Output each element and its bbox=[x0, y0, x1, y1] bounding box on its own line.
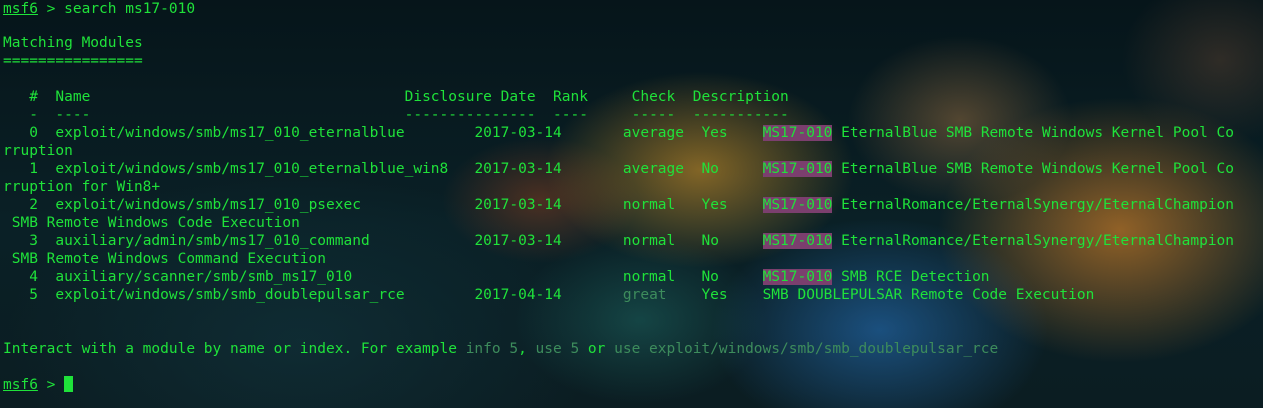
row-description: EternalBlue SMB Remote Windows Kernel Po… bbox=[832, 125, 1234, 141]
row-wrap: SMB Remote Windows Command Execution bbox=[3, 251, 327, 267]
table-row: 3 auxiliary/admin/smb/ms17_010_command 2… bbox=[3, 232, 1234, 250]
row-num: 4 bbox=[29, 269, 38, 285]
table-separator: - ---- --------------- ---- ----- ------… bbox=[3, 106, 789, 124]
row-date: 2017-03-14 bbox=[474, 233, 562, 249]
row-check: No bbox=[701, 161, 719, 177]
row-description: EternalBlue SMB Remote Windows Kernel Po… bbox=[832, 161, 1234, 177]
row-check: Yes bbox=[701, 287, 728, 303]
hint-separator: or bbox=[579, 341, 615, 357]
row-rank: normal bbox=[622, 269, 676, 285]
terminal-window[interactable]: msf6 > search ms17-010 Matching Modules … bbox=[0, 0, 1263, 408]
row-rank: normal bbox=[622, 233, 676, 249]
row-name: exploit/windows/smb/ms17_010_eternalblue… bbox=[55, 161, 449, 177]
hint-example-info: info 5 bbox=[465, 341, 519, 357]
match-highlight: MS17-010 bbox=[762, 125, 833, 141]
row-name: exploit/windows/smb/smb_doublepulsar_rce bbox=[55, 287, 405, 303]
row-date: 2017-03-14 bbox=[474, 197, 562, 213]
row-check: Yes bbox=[701, 125, 728, 141]
hint-example-use-name: use exploit/windows/smb/smb_doublepulsar… bbox=[614, 341, 999, 357]
row-date: 2017-03-14 bbox=[474, 161, 562, 177]
row-wrap: rruption bbox=[3, 143, 73, 159]
section-underline: ================ bbox=[3, 53, 143, 69]
row-wrap: SMB Remote Windows Code Execution bbox=[3, 215, 300, 231]
command-line: msf6 > search ms17-010 bbox=[3, 0, 195, 18]
command-text: search ms17-010 bbox=[64, 1, 196, 17]
row-name: auxiliary/admin/smb/ms17_010_command bbox=[55, 233, 370, 249]
table-row: 1 exploit/windows/smb/ms17_010_eternalbl… bbox=[3, 160, 1234, 178]
prompt-arrow: > bbox=[46, 1, 56, 17]
hint-prefix: Interact with a module by name or index.… bbox=[3, 341, 466, 357]
sep-description: ----------- bbox=[692, 107, 789, 123]
row-description: SMB RCE Detection bbox=[832, 269, 990, 285]
hint-separator: , bbox=[518, 341, 536, 357]
sep-date: --------------- bbox=[404, 107, 536, 123]
match-highlight: MS17-010 bbox=[762, 161, 833, 177]
table-row: 5 exploit/windows/smb/smb_doublepulsar_r… bbox=[3, 286, 1094, 304]
row-num: 1 bbox=[29, 161, 38, 177]
sep-num: - bbox=[29, 107, 38, 123]
sep-rank: ---- bbox=[553, 107, 588, 123]
row-num: 3 bbox=[29, 233, 38, 249]
table-header: # Name Disclosure Date Rank Check Descri… bbox=[3, 88, 789, 106]
table-row: 0 exploit/windows/smb/ms17_010_eternalbl… bbox=[3, 124, 1234, 142]
hint-line: Interact with a module by name or index.… bbox=[3, 340, 998, 358]
match-highlight: MS17-010 bbox=[762, 233, 833, 249]
row-date: 2017-04-14 bbox=[474, 287, 562, 303]
prompt-name: msf6 bbox=[3, 377, 38, 393]
row-description: EternalRomance/EternalSynergy/EternalCha… bbox=[832, 233, 1235, 249]
row-wrap: rruption for Win8+ bbox=[3, 179, 161, 195]
row-rank: normal bbox=[622, 197, 676, 213]
header-name: Name bbox=[55, 89, 91, 105]
row-name: exploit/windows/smb/ms17_010_psexec bbox=[55, 197, 361, 213]
input-prompt-line[interactable]: msf6 > bbox=[3, 376, 74, 394]
row-check: No bbox=[701, 269, 719, 285]
header-date: Disclosure Date bbox=[404, 89, 536, 105]
row-name: exploit/windows/smb/ms17_010_eternalblue bbox=[55, 125, 405, 141]
text-cursor[interactable] bbox=[64, 376, 74, 392]
row-date: 2017-03-14 bbox=[474, 125, 562, 141]
row-rank: average bbox=[622, 161, 684, 177]
row-check: No bbox=[701, 233, 719, 249]
prompt-arrow: > bbox=[46, 377, 56, 393]
prompt-name: msf6 bbox=[3, 1, 38, 17]
match-highlight: MS17-010 bbox=[762, 197, 833, 213]
header-num: # bbox=[29, 89, 38, 105]
table-row: 2 exploit/windows/smb/ms17_010_psexec 20… bbox=[3, 196, 1234, 214]
row-num: 5 bbox=[29, 287, 38, 303]
row-num: 2 bbox=[29, 197, 38, 213]
table-row: 4 auxiliary/scanner/smb/smb_ms17_010 nor… bbox=[3, 268, 990, 286]
hint-example-use-index: use 5 bbox=[535, 341, 580, 357]
section-title: Matching Modules bbox=[3, 35, 143, 51]
row-rank: average bbox=[622, 125, 684, 141]
match-highlight: MS17-010 bbox=[762, 269, 833, 285]
row-num: 0 bbox=[29, 125, 38, 141]
sep-check: ----- bbox=[631, 107, 676, 123]
header-description: Description bbox=[692, 89, 789, 105]
header-check: Check bbox=[631, 89, 676, 105]
sep-name: ---- bbox=[55, 107, 91, 123]
row-rank: great bbox=[622, 287, 667, 303]
header-rank: Rank bbox=[553, 89, 588, 105]
row-name: auxiliary/scanner/smb/smb_ms17_010 bbox=[55, 269, 353, 285]
row-description: SMB DOUBLEPULSAR Remote Code Execution bbox=[762, 287, 1095, 303]
row-check: Yes bbox=[701, 197, 728, 213]
row-description: EternalRomance/EternalSynergy/EternalCha… bbox=[832, 197, 1235, 213]
